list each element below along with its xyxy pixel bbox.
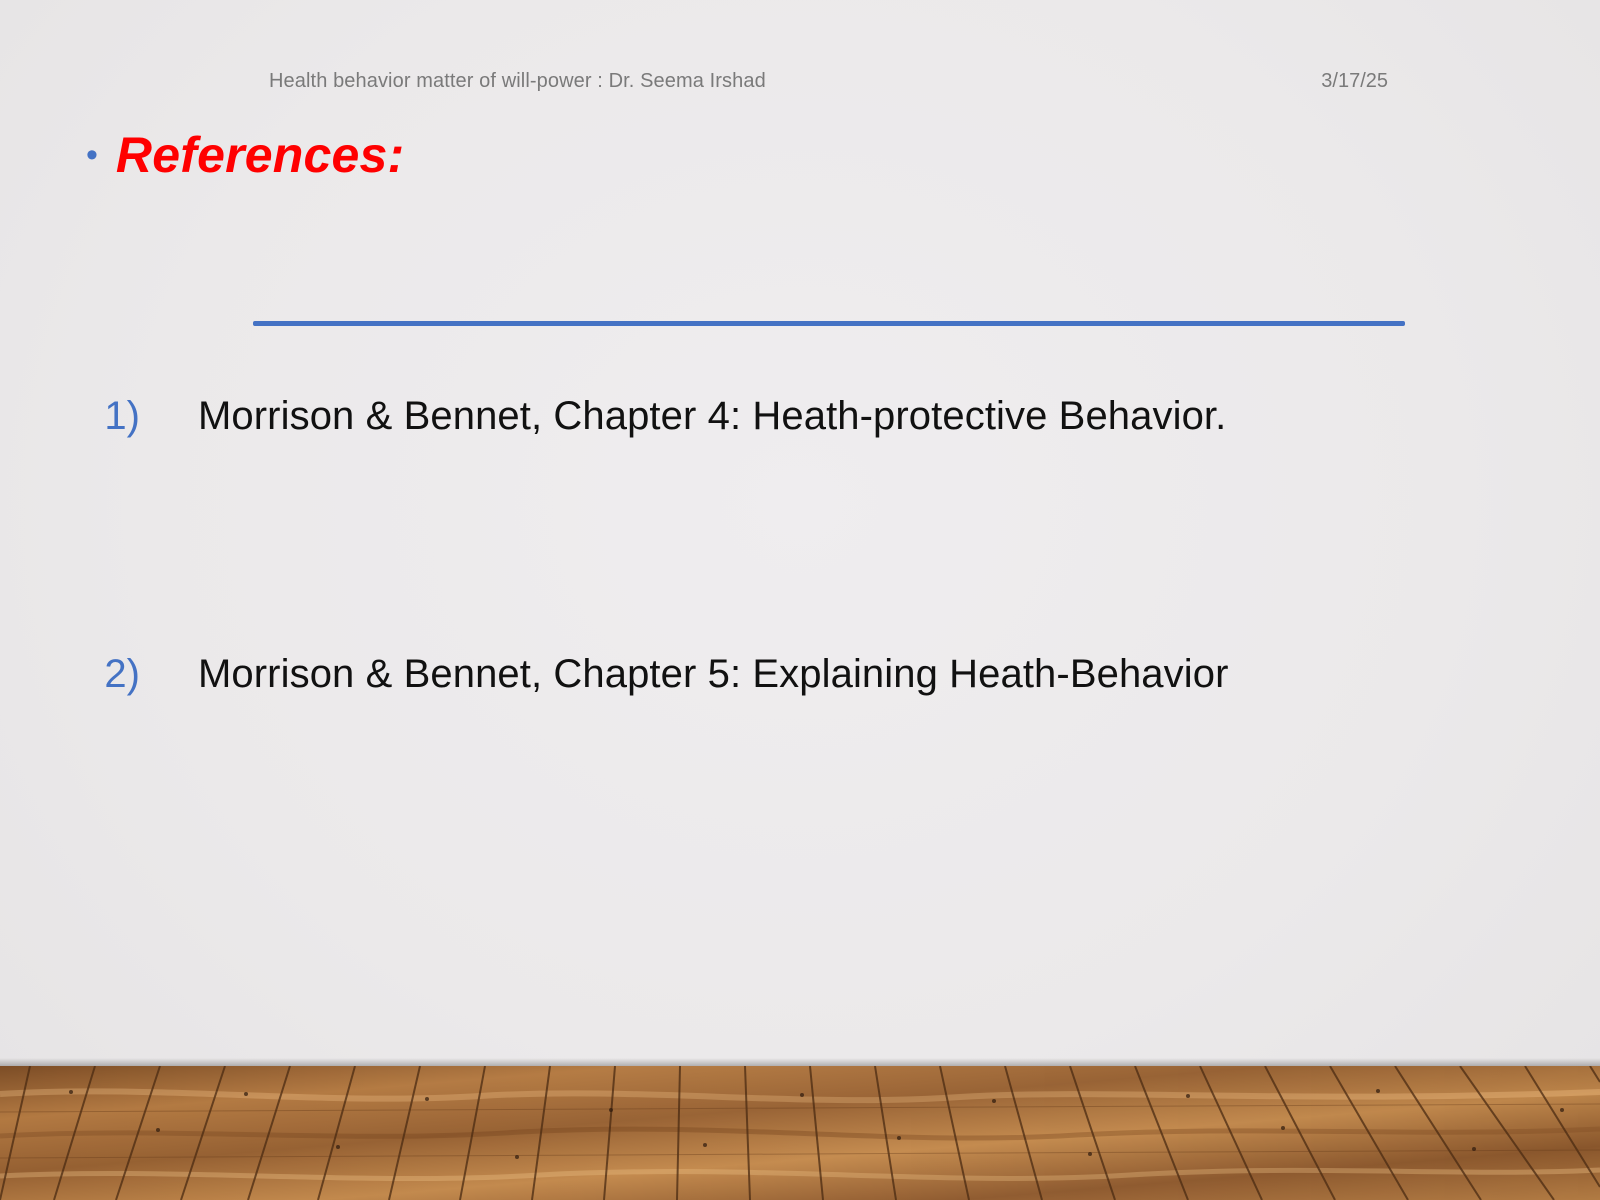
- bullet-dot-icon: •: [86, 136, 98, 174]
- slide-title: References:: [115, 127, 405, 183]
- reference-number-1: 1): [104, 394, 140, 438]
- reference-item-2: 2) Morrison & Bennet, Chapter 5: Explain…: [0, 652, 1600, 712]
- reference-text-2: Morrison & Bennet, Chapter 5: Explaining…: [198, 652, 1229, 696]
- slide-canvas: Health behavior matter of will-power : D…: [0, 0, 1600, 1200]
- reference-text-1: Morrison & Bennet, Chapter 4: Heath-prot…: [198, 394, 1227, 438]
- wood-floor-image: [0, 1066, 1600, 1200]
- reference-number-2: 2): [104, 652, 140, 696]
- title-divider: [253, 321, 1405, 326]
- slide-date: 3/17/25: [1321, 70, 1388, 92]
- reference-item-1: 1) Morrison & Bennet, Chapter 4: Heath-p…: [0, 394, 1600, 454]
- title-row: • References:: [86, 126, 404, 184]
- slide-header-left: Health behavior matter of will-power : D…: [269, 70, 766, 92]
